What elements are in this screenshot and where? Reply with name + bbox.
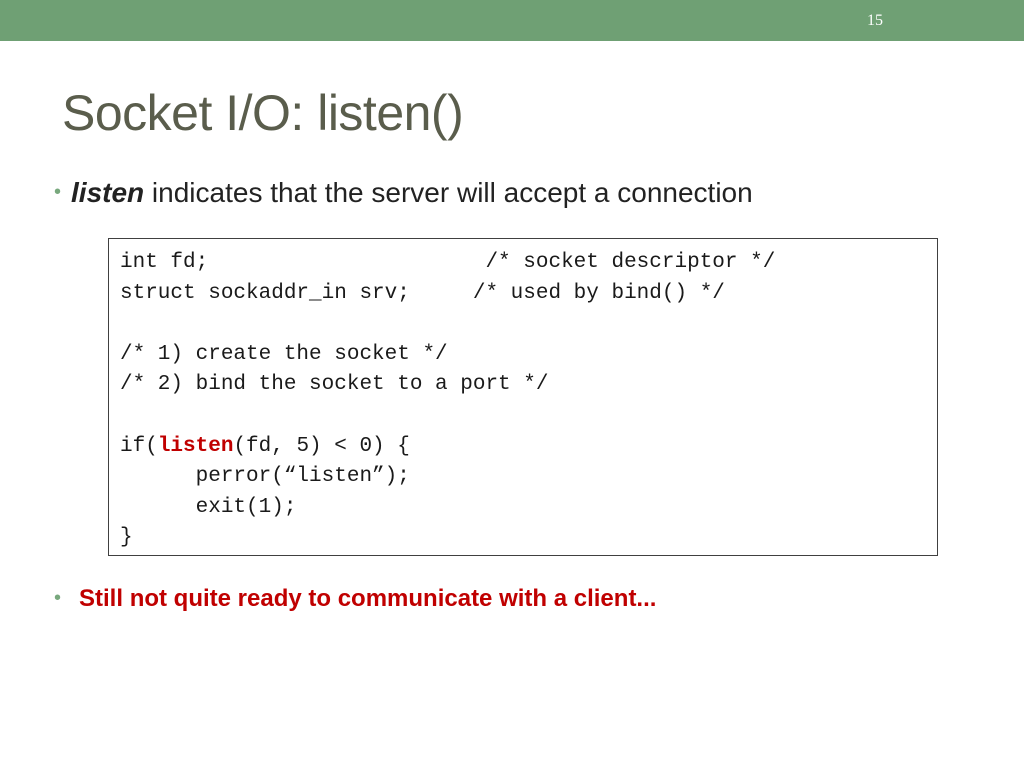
bullet-listen-description: • listen indicates that the server will a… xyxy=(54,174,753,211)
bullet-warning-text: Still not quite ready to communicate wit… xyxy=(79,585,657,612)
code-token-args: (fd, 5) < 0) { xyxy=(233,434,410,458)
bullet-dot-icon: • xyxy=(54,587,62,609)
code-line: struct sockaddr_in srv; /* used by bind(… xyxy=(120,281,725,305)
code-block: int fd; /* socket descriptor */ struct s… xyxy=(108,238,938,556)
code-line: exit(1); xyxy=(120,495,297,519)
slide-title: Socket I/O: listen() xyxy=(62,85,464,141)
bullet-keyword: listen xyxy=(71,177,145,208)
code-line: perror(“listen”); xyxy=(120,465,410,489)
bullet-dot-icon: • xyxy=(54,181,62,203)
code-token-if: if( xyxy=(120,434,158,458)
code-line: } xyxy=(120,526,133,550)
slide-number: 15 xyxy=(867,12,883,29)
header-bar: 15 xyxy=(0,0,1024,41)
code-keyword-listen: listen xyxy=(157,434,234,458)
bullet-not-ready: • Still not quite ready to communicate wi… xyxy=(54,582,656,615)
bullet-text: indicates that the server will accept a … xyxy=(144,177,753,208)
code-line: int fd; /* socket descriptor */ xyxy=(120,251,776,274)
code-line-listen-call: if(listen(fd, 5) < 0) { xyxy=(120,432,937,463)
code-line: /* 1) create the socket */ xyxy=(120,342,448,366)
code-line: /* 2) bind the socket to a port */ xyxy=(120,373,549,397)
